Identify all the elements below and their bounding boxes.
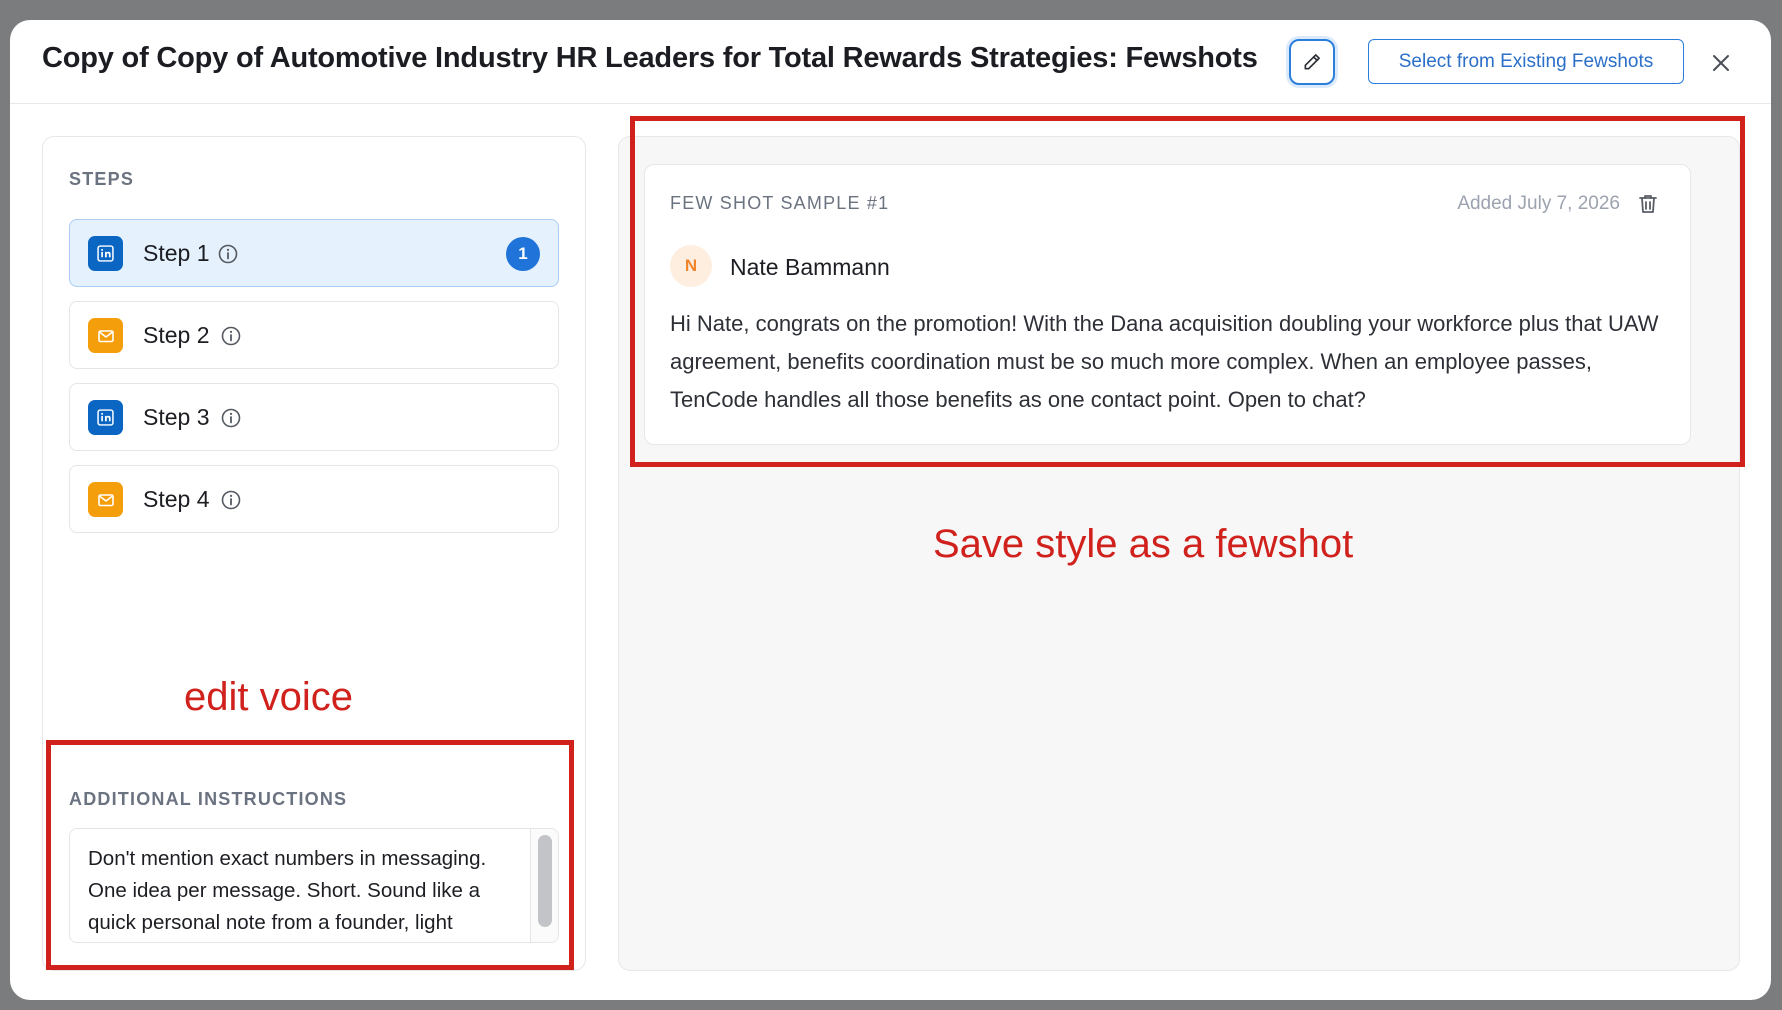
pencil-icon	[1304, 54, 1320, 70]
step-label: Step 2	[143, 322, 210, 348]
step-item-2[interactable]: Step 2	[69, 301, 559, 369]
select-existing-fewshots-button[interactable]: Select from Existing Fewshots	[1368, 39, 1684, 84]
annotation-box-fewshot	[630, 116, 1745, 467]
step-label: Step 1	[143, 240, 210, 266]
modal-header: Copy of Copy of Automotive Industry HR L…	[10, 20, 1771, 104]
steps-section-label: STEPS	[69, 169, 135, 189]
edit-title-button[interactable]	[1289, 39, 1335, 85]
step-label: Step 4	[143, 486, 210, 512]
annotation-box-voice	[46, 740, 574, 970]
close-button[interactable]	[1706, 48, 1736, 78]
modal-title: Copy of Copy of Automotive Industry HR L…	[42, 42, 1258, 74]
step-item-4[interactable]: Step 4	[69, 465, 559, 533]
linkedin-icon	[88, 236, 123, 271]
mail-icon	[88, 482, 123, 517]
info-icon[interactable]	[220, 407, 242, 429]
step-item-1[interactable]: Step 1 1	[69, 219, 559, 287]
info-icon[interactable]	[220, 489, 242, 511]
info-icon[interactable]	[217, 243, 239, 265]
linkedin-icon	[88, 400, 123, 435]
annotation-label-fewshot: Save style as a fewshot	[933, 522, 1354, 566]
step-item-3[interactable]: Step 3	[69, 383, 559, 451]
step-count-badge: 1	[506, 237, 540, 271]
annotation-label-voice: edit voice	[184, 675, 353, 719]
step-label: Step 3	[143, 404, 210, 430]
close-icon	[1713, 55, 1729, 71]
info-icon[interactable]	[220, 325, 242, 347]
mail-icon	[88, 318, 123, 353]
